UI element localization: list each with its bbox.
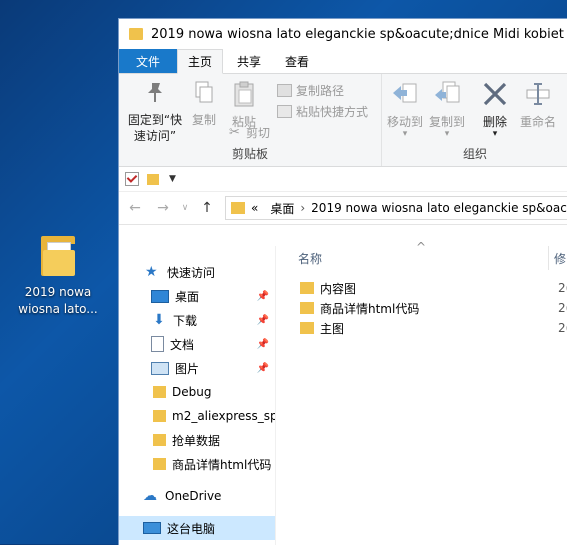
paste-shortcut-icon	[277, 105, 292, 118]
tab-file[interactable]: 文件	[119, 49, 178, 73]
cut-button[interactable]: ✂ 剪切	[229, 124, 270, 141]
clipboard-group-label: 剪贴板	[231, 147, 268, 161]
paste-shortcut-button[interactable]: 粘贴快捷方式	[277, 103, 368, 120]
folder-icon	[153, 410, 166, 422]
nav-item-debug[interactable]: Debug	[119, 380, 275, 404]
new-folder-icon[interactable]	[147, 173, 159, 185]
tab-share[interactable]: 共享	[227, 49, 271, 73]
pin-icon	[148, 83, 162, 102]
pin-icon: 📌	[256, 338, 269, 350]
download-icon: ⬇	[153, 312, 165, 328]
ribbon-tabs: 文件 主页 共享 查看	[119, 49, 567, 74]
forward-arrow-icon[interactable]: →	[153, 200, 173, 216]
nav-onedrive[interactable]: ☁ OneDrive	[119, 484, 275, 508]
nav-item-desktop[interactable]: 桌面 📌	[119, 284, 275, 308]
folder-icon	[41, 236, 75, 276]
breadcrumb-desktop[interactable]: 桌面	[270, 200, 294, 217]
pin-quick-access-button[interactable]: 固定到“快 速访问”	[123, 80, 187, 144]
paste-button[interactable]: 粘贴	[225, 80, 263, 130]
title-bar[interactable]: 2019 nowa wiosna lato eleganckie sp&oacu…	[119, 19, 567, 49]
delete-button[interactable]: 删除 ▾	[478, 80, 512, 139]
properties-check-icon[interactable]	[125, 172, 139, 186]
nav-this-pc[interactable]: 这台电脑	[119, 516, 275, 540]
copy-to-button[interactable]: 复制到 ▾	[426, 80, 468, 139]
breadcrumb-overflow[interactable]: «	[251, 201, 258, 215]
copy-path-icon	[277, 84, 292, 97]
organize-group-label: 组织	[462, 147, 487, 161]
cloud-icon: ☁	[143, 488, 157, 504]
nav-item-documents[interactable]: 文档 📌	[119, 332, 275, 356]
rename-icon	[526, 83, 550, 105]
explorer-body: ★ 快速访问 桌面 📌 ⬇ 下载 📌 文档 📌 图片 📌 Debug m2_al…	[119, 240, 567, 545]
star-icon: ★	[145, 264, 158, 280]
clipboard-icon	[234, 81, 254, 107]
nav-item-product-html[interactable]: 商品详情html代码	[119, 452, 275, 476]
window-title: 2019 nowa wiosna lato eleganckie sp&oacu…	[151, 26, 567, 42]
file-row[interactable]: 主图 2(	[276, 318, 567, 338]
folder-icon	[300, 322, 314, 334]
tab-view[interactable]: 查看	[275, 49, 319, 73]
move-to-button[interactable]: 移动到 ▾	[384, 80, 426, 139]
navigation-pane: ★ 快速访问 桌面 📌 ⬇ 下载 📌 文档 📌 图片 📌 Debug m2_al…	[119, 246, 276, 545]
scissors-icon: ✂	[229, 125, 240, 140]
move-to-icon	[393, 83, 417, 103]
nav-item-m2-aliexpress[interactable]: m2_aliexpress_spi	[119, 404, 275, 428]
desktop-folder[interactable]: 2019 nowa wiosna lato...	[12, 236, 104, 318]
nav-quick-access[interactable]: ★ 快速访问	[119, 260, 275, 284]
desktop-icon	[151, 289, 169, 303]
clipboard-group: 固定到“快 速访问” 复制 粘贴 复制路径 粘贴快捷方式 ✂ 剪切 剪贴板	[119, 74, 382, 166]
sort-caret-icon: ^	[416, 240, 427, 254]
delete-x-icon	[483, 82, 507, 106]
folder-icon	[153, 386, 166, 398]
desktop-folder-label: 2019 nowa wiosna lato...	[18, 285, 98, 316]
customize-dropdown-icon[interactable]: ▼	[169, 174, 176, 184]
address-bar-row: ← → ∨ ↑ « 桌面 › 2019 nowa wiosna lato ele…	[119, 192, 567, 225]
copy-to-icon	[435, 81, 460, 103]
column-modified[interactable]: 修	[554, 250, 566, 267]
copy-icon	[195, 81, 213, 103]
column-name[interactable]: 名称	[298, 250, 322, 267]
rename-button[interactable]: 重命名	[516, 80, 560, 130]
recent-dropdown-icon[interactable]: ∨	[175, 203, 195, 213]
copy-path-button[interactable]: 复制路径	[277, 82, 344, 99]
pin-icon: 📌	[256, 362, 269, 374]
breadcrumb-current[interactable]: 2019 nowa wiosna lato eleganckie sp&oacu…	[311, 201, 567, 215]
folder-icon	[300, 302, 314, 314]
file-row[interactable]: 商品详情html代码 2(	[276, 298, 567, 318]
ribbon: 固定到“快 速访问” 复制 粘贴 复制路径 粘贴快捷方式 ✂ 剪切 剪贴板 移动…	[119, 74, 567, 167]
folder-icon	[153, 434, 166, 446]
nav-item-order-data[interactable]: 抢单数据	[119, 428, 275, 452]
up-arrow-icon[interactable]: ↑	[197, 200, 217, 216]
column-header-row: ^ 名称 修	[276, 240, 567, 271]
address-bar[interactable]: « 桌面 › 2019 nowa wiosna lato eleganckie …	[225, 196, 567, 220]
explorer-window: 2019 nowa wiosna lato eleganckie sp&oacu…	[118, 18, 567, 545]
nav-item-pictures[interactable]: 图片 📌	[119, 356, 275, 380]
computer-icon	[143, 522, 161, 534]
file-row[interactable]: 内容图 2(	[276, 278, 567, 298]
back-arrow-icon[interactable]: ←	[125, 200, 145, 216]
tab-home[interactable]: 主页	[177, 49, 224, 74]
folder-icon	[129, 28, 143, 40]
copy-button[interactable]: 复制	[187, 80, 221, 128]
pictures-icon	[151, 361, 169, 375]
document-icon	[151, 336, 164, 352]
pin-icon: 📌	[256, 290, 269, 302]
quick-access-toolbar: ▼	[119, 167, 567, 192]
folder-icon	[300, 282, 314, 294]
nav-item-downloads[interactable]: ⬇ 下载 📌	[119, 308, 275, 332]
file-list: ^ 名称 修 内容图 2( 商品详情html代码 2( 主图 2(	[276, 240, 567, 545]
pin-icon: 📌	[256, 314, 269, 326]
folder-icon	[153, 458, 166, 470]
organize-group: 移动到 ▾ 复制到 ▾ 删除 ▾ 重命名 组织	[382, 74, 567, 166]
folder-icon	[231, 202, 245, 214]
